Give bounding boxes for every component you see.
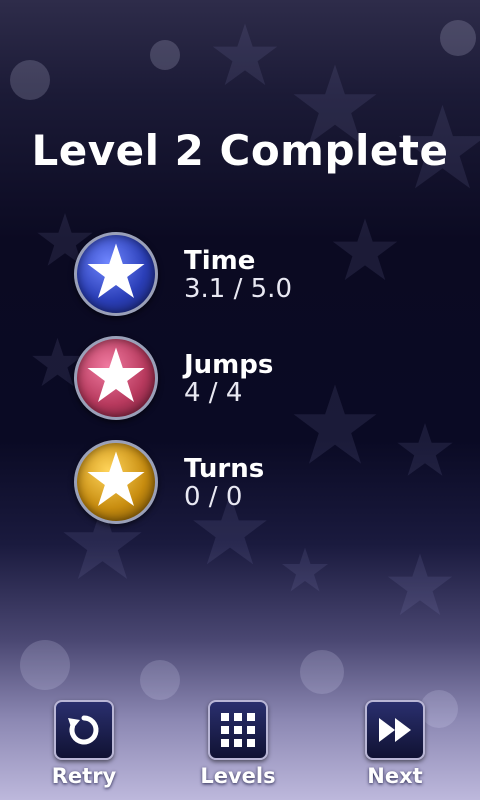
stat-value: 4 / 4 xyxy=(184,378,243,408)
levels-button[interactable]: Levels xyxy=(183,700,293,788)
background-star-icon xyxy=(212,23,278,86)
retry-icon xyxy=(68,715,99,745)
stat-time: Time 3.1 / 5.0 xyxy=(74,232,414,322)
stat-turns: Turns 0 / 0 xyxy=(74,440,414,530)
next-button-box[interactable] xyxy=(365,700,425,760)
bokeh-light xyxy=(10,60,50,100)
stat-label: Jumps xyxy=(184,350,274,380)
star-icon xyxy=(87,243,145,299)
bokeh-light xyxy=(300,650,344,694)
background-star-icon xyxy=(282,547,328,592)
level-complete-title: Level 2 Complete xyxy=(31,126,449,175)
retry-button-box[interactable] xyxy=(54,700,114,760)
stat-value: 3.1 / 5.0 xyxy=(184,274,292,304)
star-icon xyxy=(87,451,145,507)
bokeh-light xyxy=(440,20,476,56)
retry-label: Retry xyxy=(51,764,117,788)
levels-label: Levels xyxy=(200,764,276,788)
stat-value: 0 / 0 xyxy=(184,482,243,512)
bokeh-light xyxy=(150,40,180,70)
star-icon xyxy=(87,347,145,403)
bokeh-light xyxy=(140,660,180,700)
turns-star-orb xyxy=(74,440,158,524)
stat-label: Time xyxy=(184,246,256,276)
next-button[interactable]: Next xyxy=(340,700,450,788)
background-star-icon xyxy=(387,553,453,616)
retry-button[interactable]: Retry xyxy=(29,700,139,788)
next-label: Next xyxy=(367,764,423,788)
stat-jumps: Jumps 4 / 4 xyxy=(74,336,414,426)
stat-label: Turns xyxy=(184,454,265,484)
bokeh-light xyxy=(20,640,70,690)
time-star-orb xyxy=(74,232,158,316)
jumps-star-orb xyxy=(74,336,158,420)
grid-icon xyxy=(221,713,255,747)
fast-forward-icon xyxy=(379,718,411,742)
levels-button-box[interactable] xyxy=(208,700,268,760)
